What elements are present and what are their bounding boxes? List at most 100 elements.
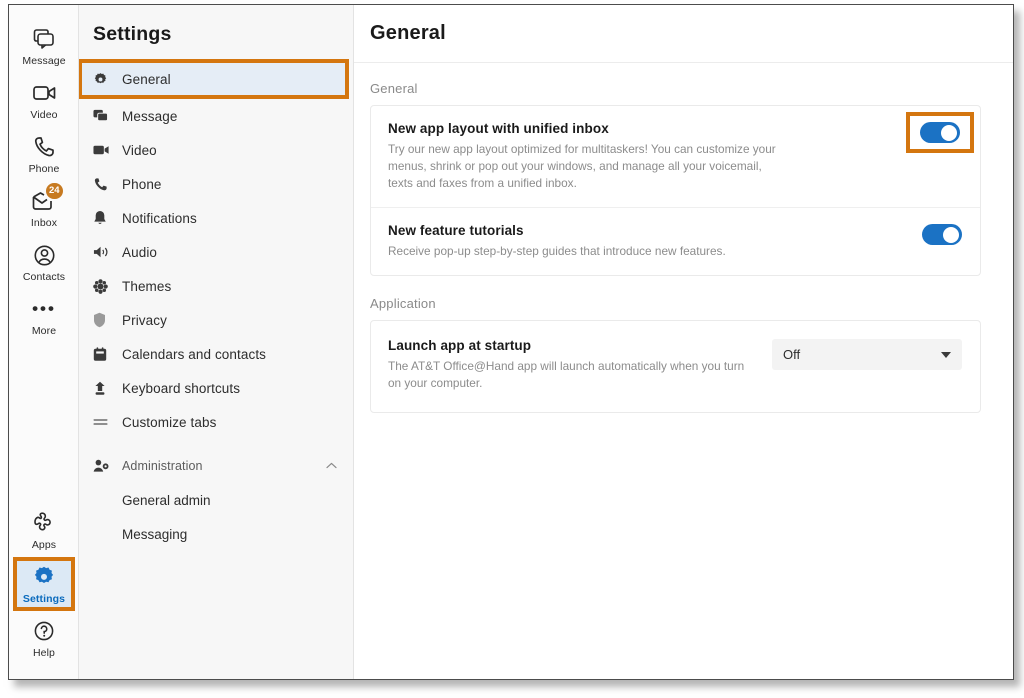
inbox-badge: 24	[46, 183, 63, 199]
app-rail-top-group: Message Video Phone 24 Inbox Contacts ••…	[9, 5, 78, 343]
setting-row-new-app-layout: New app layout with unified inbox Try ou…	[371, 106, 980, 207]
rail-item-inbox[interactable]: 24 Inbox	[9, 181, 79, 235]
setting-control: Off	[772, 338, 962, 370]
screenshot-root: Message Video Phone 24 Inbox Contacts ••…	[0, 0, 1024, 698]
setting-row-text: Launch app at startup The AT&T Office@Ha…	[388, 338, 772, 392]
sidebar-subitem-messaging[interactable]: Messaging	[79, 517, 353, 551]
setting-description: Receive pop-up step-by-step guides that …	[388, 244, 726, 258]
sidebar-item-label: Themes	[122, 278, 172, 294]
sidebar-item-label: Message	[122, 108, 178, 124]
chevron-down-icon	[941, 351, 951, 358]
message-icon	[9, 26, 79, 52]
setting-description: Try our new app layout optimized for mul…	[388, 142, 776, 190]
setting-row-text: New app layout with unified inbox Try ou…	[388, 121, 906, 192]
rail-item-message[interactable]: Message	[9, 19, 79, 73]
rail-item-label: Video	[30, 109, 58, 121]
sidebar-item-calendars-and-contacts[interactable]: Calendars and contacts	[79, 337, 353, 371]
app-window: Message Video Phone 24 Inbox Contacts ••…	[8, 4, 1014, 680]
sidebar-item-keyboard-shortcuts[interactable]: Keyboard shortcuts	[79, 371, 353, 405]
section-label-application: Application	[370, 296, 436, 311]
chevron-up-icon[interactable]	[326, 461, 337, 472]
calendar-icon	[93, 346, 115, 362]
setting-control	[922, 223, 962, 245]
toggle-knob	[941, 124, 957, 141]
message-icon	[93, 109, 115, 123]
setting-row-launch-at-startup: Launch app at startup The AT&T Office@Ha…	[371, 321, 980, 412]
sidebar-item-message[interactable]: Message	[79, 99, 353, 133]
sidebar-item-notifications[interactable]: Notifications	[79, 201, 353, 235]
bell-icon	[93, 210, 115, 226]
sidebar-subitem-label: General admin	[122, 492, 211, 508]
settings-card-application: Launch app at startup The AT&T Office@Ha…	[370, 320, 981, 413]
shield-icon	[93, 312, 115, 328]
sidebar-item-label: General	[122, 71, 171, 87]
rail-item-label: Settings	[22, 593, 66, 605]
setting-title: New app layout with unified inbox	[388, 121, 609, 136]
phone-icon	[93, 177, 115, 192]
sidebar-item-themes[interactable]: Themes	[79, 269, 353, 303]
rail-item-label: More	[31, 325, 57, 337]
main-body: General New app layout with unified inbo…	[354, 63, 1013, 413]
gear-icon	[9, 564, 79, 590]
contacts-icon	[9, 242, 79, 268]
sidebar-subitem-label: Messaging	[122, 526, 188, 542]
rail-item-phone[interactable]: Phone	[9, 127, 79, 181]
sidebar-item-general[interactable]: General	[79, 59, 349, 99]
sidebar-item-label: Video	[122, 142, 157, 158]
settings-nav-list: General Message Video Phone Notification…	[79, 59, 353, 551]
sidebar-item-label: Keyboard shortcuts	[122, 380, 241, 396]
settings-card-general: New app layout with unified inbox Try ou…	[370, 105, 981, 276]
main-content-panel: General General New app layout with unif…	[354, 5, 1013, 679]
launch-at-startup-select[interactable]: Off	[772, 339, 962, 370]
rail-item-label: Contacts	[22, 271, 66, 283]
help-question-icon	[9, 618, 79, 644]
sidebar-item-phone[interactable]: Phone	[79, 167, 353, 201]
keyboard-icon	[93, 381, 115, 396]
rail-item-help[interactable]: Help	[9, 611, 79, 665]
phone-icon	[9, 134, 79, 160]
setting-title: New feature tutorials	[388, 223, 524, 238]
rail-item-contacts[interactable]: Contacts	[9, 235, 79, 289]
sidebar-item-label: Notifications	[122, 210, 197, 226]
gear-icon	[93, 72, 115, 87]
app-rail: Message Video Phone 24 Inbox Contacts ••…	[9, 5, 79, 679]
palette-icon	[93, 278, 115, 294]
rail-item-apps[interactable]: Apps	[9, 503, 79, 557]
setting-control	[906, 112, 974, 153]
new-feature-tutorials-toggle[interactable]	[922, 224, 962, 245]
setting-row-new-feature-tutorials: New feature tutorials Receive pop-up ste…	[371, 207, 980, 275]
rail-item-label: Phone	[28, 163, 60, 175]
sidebar-item-label: Calendars and contacts	[122, 346, 267, 362]
list-lines-icon	[93, 417, 115, 427]
sidebar-item-label: Privacy	[122, 312, 167, 328]
sidebar-item-customize-tabs[interactable]: Customize tabs	[79, 405, 353, 439]
setting-row-text: New feature tutorials Receive pop-up ste…	[388, 223, 922, 260]
sidebar-item-administration[interactable]: Administration	[79, 449, 353, 483]
sidebar-subitem-general-admin[interactable]: General admin	[79, 483, 353, 517]
video-icon	[9, 80, 79, 106]
rail-item-more[interactable]: ••• More	[9, 289, 79, 343]
app-rail-bottom-group: Apps Settings Help	[9, 503, 79, 665]
speaker-icon	[93, 245, 115, 259]
settings-nav-panel: Settings General Message Video Phone Not…	[79, 5, 354, 679]
inbox-icon: 24	[9, 183, 79, 214]
setting-title: Launch app at startup	[388, 338, 532, 353]
sidebar-item-video[interactable]: Video	[79, 133, 353, 167]
rail-item-label: Inbox	[30, 217, 58, 229]
sidebar-item-label: Audio	[122, 244, 158, 260]
main-header: General	[354, 5, 1013, 63]
sidebar-item-audio[interactable]: Audio	[79, 235, 353, 269]
rail-item-settings[interactable]: Settings	[9, 557, 79, 611]
rail-item-label: Message	[22, 55, 66, 67]
sidebar-item-privacy[interactable]: Privacy	[79, 303, 353, 337]
video-icon	[93, 144, 115, 156]
new-app-layout-toggle[interactable]	[920, 122, 960, 143]
apps-icon	[9, 510, 79, 536]
settings-panel-title: Settings	[93, 23, 172, 45]
rail-item-video[interactable]: Video	[9, 73, 79, 127]
more-dots-icon: •••	[9, 296, 79, 322]
sidebar-item-label: Customize tabs	[122, 414, 217, 430]
sidebar-item-label: Administration	[122, 459, 203, 473]
section-label-general: General	[370, 81, 418, 96]
select-value: Off	[783, 347, 801, 362]
